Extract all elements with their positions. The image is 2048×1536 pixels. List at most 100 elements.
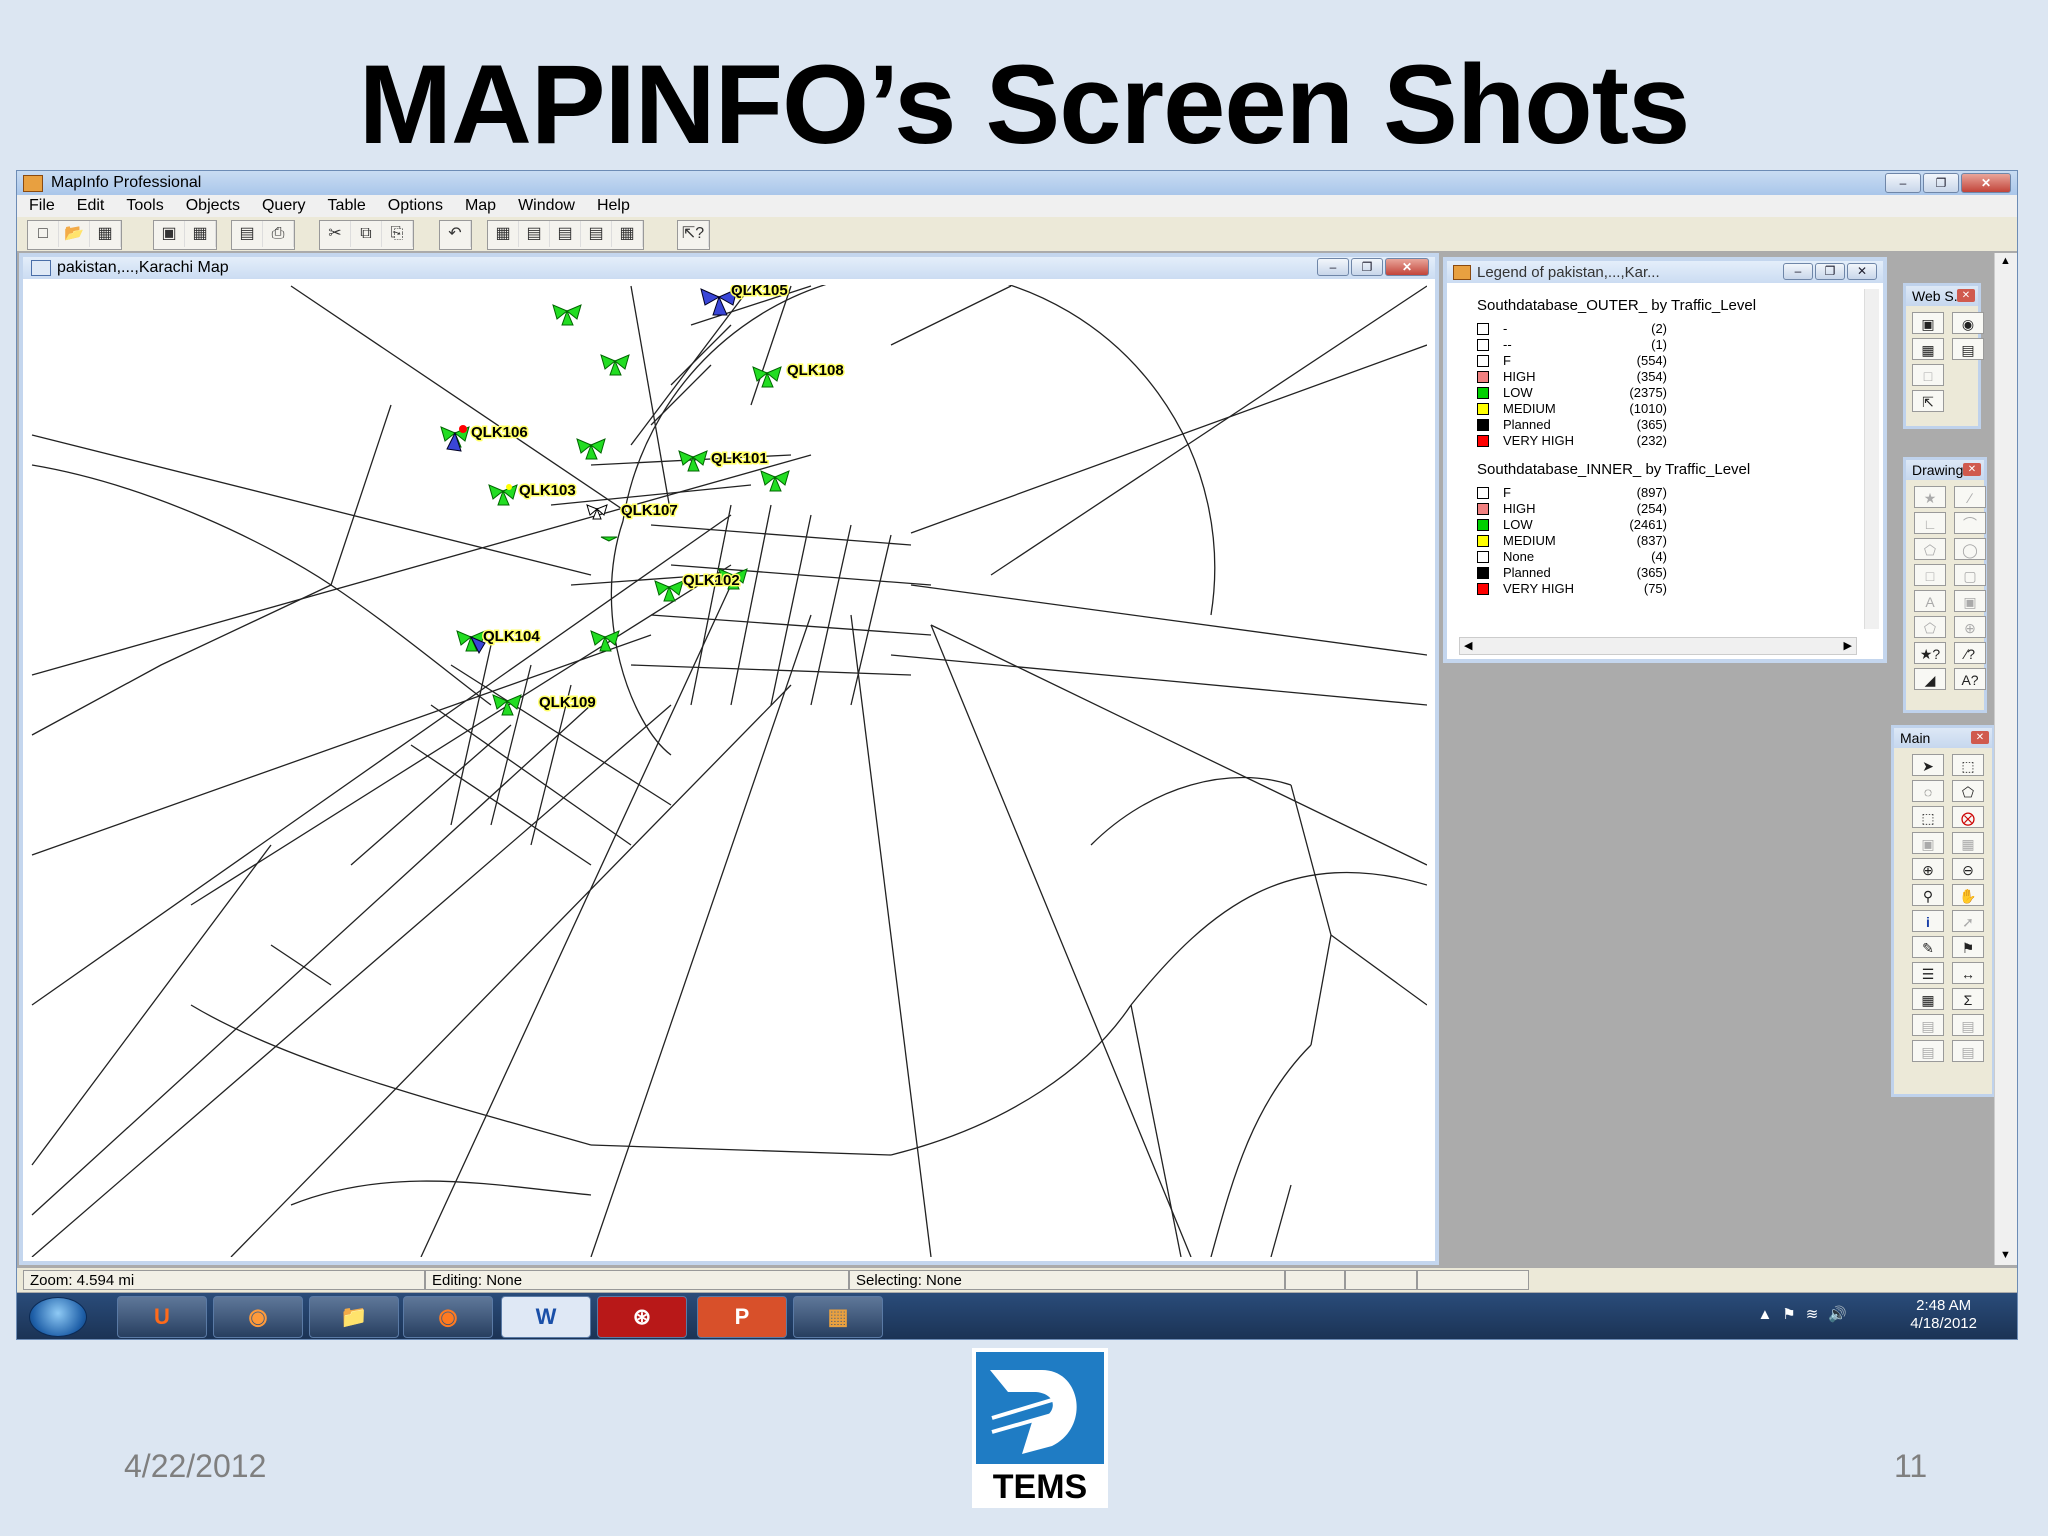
text-style-icon[interactable]: A? [1954, 668, 1986, 690]
palette-header[interactable]: Main ✕ [1894, 728, 1992, 748]
web-routing-icon[interactable]: □ [1912, 364, 1944, 386]
restore-button[interactable]: ❐ [1923, 173, 1959, 193]
reshape-icon[interactable]: ⬠ [1914, 616, 1946, 638]
taskbar-pdf-icon[interactable]: ⊛ [597, 1296, 687, 1338]
add-node-icon[interactable]: ⊕ [1954, 616, 1986, 638]
set-clip-icon[interactable]: ▤ [1952, 1014, 1984, 1036]
open-workspace-icon[interactable]: ▦ [90, 221, 121, 247]
new-icon[interactable]: □ [28, 221, 59, 247]
menu-tools[interactable]: Tools [114, 195, 173, 217]
palette-header[interactable]: Web S... ✕ [1906, 286, 1978, 306]
drag-map-icon[interactable]: ⚑ [1952, 936, 1984, 958]
web-geocode-icon[interactable]: ▤ [1952, 338, 1984, 360]
legend-vertical-scrollbar[interactable] [1864, 289, 1879, 629]
legend-icon[interactable]: ▦ [1912, 988, 1944, 1010]
map-minimize-button[interactable]: – [1317, 258, 1349, 276]
taskbar-word-icon[interactable]: W [501, 1296, 591, 1338]
legend-horizontal-scrollbar[interactable]: ◀ ▶ [1459, 637, 1857, 655]
map-close-button[interactable]: ✕ [1385, 258, 1429, 276]
web-tile-icon[interactable]: ▦ [1912, 338, 1944, 360]
invert-selection-icon[interactable]: ▣ [1912, 832, 1944, 854]
change-view-icon[interactable]: ⚲ [1912, 884, 1944, 906]
zoom-in-icon[interactable]: ⊕ [1912, 858, 1944, 880]
text-icon[interactable]: A [1914, 590, 1946, 612]
scroll-right-icon[interactable]: ▶ [1844, 639, 1852, 652]
taskbar-clock[interactable]: 2:48 AM 4/18/2012 [1910, 1297, 1977, 1333]
scroll-up-icon[interactable]: ▲ [2000, 255, 2011, 267]
legend-window-caption[interactable]: Legend of pakistan,...,Kar... – ❐ ✕ [1447, 261, 1883, 283]
polyline-icon[interactable]: ∟ [1914, 512, 1946, 534]
web-feature-icon[interactable]: ◉ [1952, 312, 1984, 334]
grabber-icon[interactable]: ✋ [1952, 884, 1984, 906]
polygon-icon[interactable]: ⬠ [1914, 538, 1946, 560]
ellipse-icon[interactable]: ◯ [1954, 538, 1986, 560]
new-mapper-icon[interactable]: ▤ [519, 221, 550, 247]
legend-close-button[interactable]: ✕ [1847, 263, 1877, 280]
minimize-button[interactable]: – [1885, 173, 1921, 193]
arc-icon[interactable]: ⌒ [1954, 512, 1986, 534]
ruler-icon[interactable]: ↔ [1952, 962, 1984, 984]
new-redistrict-icon[interactable]: ▦ [612, 221, 643, 247]
menu-help[interactable]: Help [585, 195, 640, 217]
menu-query[interactable]: Query [250, 195, 316, 217]
taskbar-mapinfo-icon[interactable]: ▦ [793, 1296, 883, 1338]
info-icon[interactable]: i [1912, 910, 1944, 932]
clip-region-icon[interactable]: ▤ [1912, 1014, 1944, 1036]
taskbar-app-shoe-icon[interactable]: ◉ [213, 1296, 303, 1338]
app-vertical-scrollbar[interactable]: ▲ ▼ [1994, 253, 2017, 1265]
line-style-icon[interactable]: ∕? [1954, 642, 1986, 664]
layer-control-icon[interactable]: ☰ [1912, 962, 1944, 984]
map-window-caption[interactable]: pakistan,...,Karachi Map – ❐ ✕ [23, 257, 1435, 279]
layout-icon[interactable]: ▤ [1952, 1040, 1984, 1062]
taskbar-powerpoint-icon[interactable]: P [697, 1296, 787, 1338]
menu-file[interactable]: File [17, 195, 65, 217]
web-select-icon[interactable]: ⇱ [1912, 390, 1944, 412]
print-preview-icon[interactable]: ▤ [232, 221, 263, 247]
symbol-icon[interactable]: ★ [1914, 486, 1946, 508]
hotlink-icon[interactable]: ➚ [1952, 910, 1984, 932]
menu-edit[interactable]: Edit [65, 195, 115, 217]
save-icon[interactable]: ▣ [154, 221, 185, 247]
new-browser-icon[interactable]: ▦ [488, 221, 519, 247]
new-grapher-icon[interactable]: ▤ [550, 221, 581, 247]
unselect-all-icon[interactable]: ⨂ [1952, 806, 1984, 828]
taskbar-folder-icon[interactable]: 📁 [309, 1296, 399, 1338]
save-workspace-icon[interactable]: ▦ [185, 221, 216, 247]
taskbar-firefox-icon[interactable]: ◉ [403, 1296, 493, 1338]
label-icon[interactable]: ✎ [1912, 936, 1944, 958]
rounded-rectangle-icon[interactable]: ▢ [1954, 564, 1986, 586]
select-arrow-icon[interactable]: ➤ [1912, 754, 1944, 776]
cut-icon[interactable]: ✂ [320, 221, 351, 247]
legend-restore-button[interactable]: ❐ [1815, 263, 1845, 280]
status-editing[interactable]: Editing: None [425, 1270, 849, 1290]
close-button[interactable]: ✕ [1961, 173, 2011, 193]
zoom-out-icon[interactable]: ⊖ [1952, 858, 1984, 880]
start-button[interactable] [29, 1297, 87, 1337]
frame-icon[interactable]: ▣ [1954, 590, 1986, 612]
menu-window[interactable]: Window [506, 195, 585, 217]
map-restore-button[interactable]: ❐ [1351, 258, 1383, 276]
map-canvas[interactable]: QLK105 QLK108 QLK106 QLK101 QLK103 QLK10… [31, 285, 1427, 1257]
menu-objects[interactable]: Objects [174, 195, 250, 217]
menu-table[interactable]: Table [316, 195, 376, 217]
palette-header[interactable]: Drawing ✕ [1906, 460, 1984, 480]
copy-icon[interactable]: ⧉ [351, 221, 382, 247]
rectangle-icon[interactable]: □ [1914, 564, 1946, 586]
web-map-icon[interactable]: ▣ [1912, 312, 1944, 334]
region-style-icon[interactable]: ◢ [1914, 668, 1946, 690]
system-tray-icons[interactable]: ▲⚑≋🔊 [1757, 1305, 1857, 1323]
new-layout-icon[interactable]: ▤ [581, 221, 612, 247]
scroll-left-icon[interactable]: ◀ [1464, 639, 1472, 652]
print-icon[interactable]: ⎙ [263, 221, 294, 247]
status-zoom[interactable]: Zoom: 4.594 mi [23, 1270, 425, 1290]
status-selecting[interactable]: Selecting: None [849, 1270, 1285, 1290]
marquee-select-icon[interactable]: ⬚ [1952, 754, 1984, 776]
scroll-down-icon[interactable]: ▼ [2000, 1249, 2011, 1261]
legend-minimize-button[interactable]: – [1783, 263, 1813, 280]
palette-close-icon[interactable]: ✕ [1963, 463, 1981, 476]
graph-select-icon[interactable]: ▦ [1952, 832, 1984, 854]
taskbar-app-u-icon[interactable]: U [117, 1296, 207, 1338]
undo-icon[interactable]: ↶ [440, 221, 471, 247]
app-titlebar[interactable]: MapInfo Professional – ❐ ✕ [17, 171, 2017, 195]
palette-close-icon[interactable]: ✕ [1957, 289, 1975, 302]
